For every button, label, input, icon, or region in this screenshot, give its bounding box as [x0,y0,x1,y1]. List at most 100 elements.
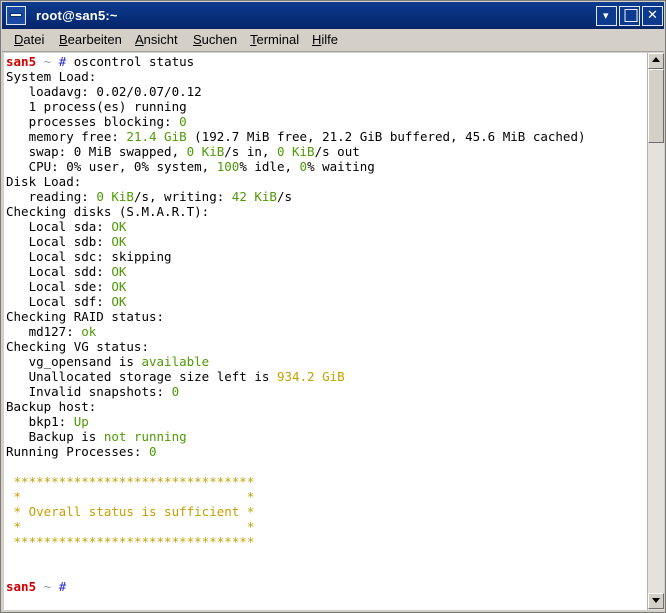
prompt-host: san5 [6,579,37,594]
scroll-down-button[interactable] [648,593,664,609]
writing-unit: /s [276,189,293,204]
terminal-window: root@san5:~ ▾ □ ✕ Datei Bearbeiten Ansic… [0,0,666,613]
swap-out-label: /s out [314,144,360,159]
menu-label: earbeiten [67,32,122,47]
menu-mnemonic: B [59,32,68,47]
arrow-down-icon [652,598,660,603]
banner-edge: * * [13,519,255,534]
menu-label: erminal [256,32,300,47]
terminal-output[interactable]: san5 ~ # oscontrol status System Load: l… [4,53,647,610]
disk-load-header: Disk Load: [6,174,82,189]
writing-value: 42 KiB [231,189,277,204]
menu-mnemonic: A [135,32,144,47]
raid-header: Checking RAID status: [6,309,165,324]
running-label: Running Processes: [6,444,149,459]
menu-bar: Datei Bearbeiten Ansicht Suchen Terminal… [2,29,664,52]
menu-label: nsicht [143,32,178,47]
window-title: root@san5:~ [36,8,118,23]
menu-suchen[interactable]: Suchen [193,32,237,47]
title-bar[interactable]: root@san5:~ ▾ □ ✕ [2,2,664,29]
cpu-wait-label: % waiting [307,159,375,174]
menu-bearbeiten[interactable]: Bearbeiten [59,32,122,47]
menu-ansicht[interactable]: Ansicht [135,32,178,47]
prompt-symbol: # [58,579,67,594]
maximize-icon: □ [623,5,640,25]
swap-in-label: /s in, [224,144,277,159]
backup-value: not running [103,429,187,444]
processes-blocking-value: 0 [179,114,187,129]
disk-status: OK [111,294,127,309]
maximize-button[interactable]: □ [619,5,640,26]
disk-status: OK [111,264,127,279]
disk-label: Local sde: [28,279,112,294]
disk-label: Local sdf: [28,294,112,309]
arrow-up-icon [652,57,660,62]
bkp-label: bkp1: [28,414,74,429]
cpu-wait-value: 0 [299,159,308,174]
reading-value: 0 KiB [96,189,134,204]
close-button[interactable]: ✕ [642,6,663,26]
close-icon: ✕ [647,8,658,23]
processes-running: 1 process(es) running [28,99,187,114]
disk-status: OK [111,279,127,294]
raid-label: md127: [28,324,82,339]
snapshots-label: Invalid snapshots: [28,384,172,399]
loadavg-label: loadavg: [28,84,97,99]
banner-message: * Overall status is sufficient * [13,504,255,519]
chevron-down-icon: ▾ [603,9,609,22]
running-value: 0 [149,444,157,459]
window-options-button[interactable]: ▾ [596,6,617,26]
unallocated-value: 934.2 GiB [276,369,345,384]
backup-label: Backup is [28,429,104,444]
smart-header: Checking disks (S.M.A.R.T): [6,204,210,219]
window-menu-icon [10,13,22,17]
backup-header: Backup host: [6,399,97,414]
banner-border-bottom: ******************************** [13,534,255,549]
raid-value: ok [81,324,97,339]
cpu-label: CPU: 0% user, 0% system, [28,159,217,174]
disk-label: Local sdd: [28,264,112,279]
vg-label: vg_opensand is [28,354,142,369]
swap-label: swap: 0 MiB swapped, [28,144,187,159]
disk-label: Local sdb: [28,234,112,249]
scrollbar-thumb[interactable] [648,69,664,143]
processes-blocking-label: processes blocking: [28,114,180,129]
loadavg-value: 0.02/0.07/0.12 [96,84,202,99]
menu-label: atei [23,32,45,47]
cpu-idle-value: 100 [216,159,240,174]
menu-datei[interactable]: Datei [14,32,44,47]
window-menu-button[interactable] [6,6,26,25]
swap-out-value: 0 KiB [276,144,315,159]
menu-mnemonic: S [193,32,202,47]
menu-hilfe[interactable]: Hilfe [312,32,338,47]
snapshots-value: 0 [171,384,180,399]
swap-in-value: 0 KiB [186,144,225,159]
menu-mnemonic: H [312,32,322,47]
vg-header: Checking VG status: [6,339,149,354]
banner-border-top: ******************************** [13,474,255,489]
memory-free-detail: (192.7 MiB free, 21.2 GiB buffered, 45.6… [194,129,586,144]
reading-label: reading: [28,189,97,204]
system-load-header: System Load: [6,69,97,84]
vertical-scrollbar[interactable] [647,53,664,610]
disk-status: OK [111,234,127,249]
prompt-path: ~ [43,54,52,69]
disk-label: Local sdc: [28,249,112,264]
menu-mnemonic: D [14,32,24,47]
writing-label: /s, writing: [133,189,232,204]
disk-label: Local sda: [28,219,112,234]
bkp-value: Up [73,414,89,429]
prompt-symbol: # [58,54,67,69]
disk-status: OK [111,219,127,234]
disk-status: skipping [111,249,172,264]
scroll-up-button[interactable] [648,53,664,69]
memory-free-label: memory free: [28,129,127,144]
menu-label: uchen [201,32,238,47]
banner-edge: * * [13,489,255,504]
menu-terminal[interactable]: Terminal [250,32,299,47]
unallocated-label: Unallocated storage size left is [28,369,277,384]
cpu-idle-label: % idle, [239,159,300,174]
command-text: oscontrol status [73,54,195,69]
memory-free-value: 21.4 GiB [126,129,187,144]
prompt-host: san5 [6,54,37,69]
